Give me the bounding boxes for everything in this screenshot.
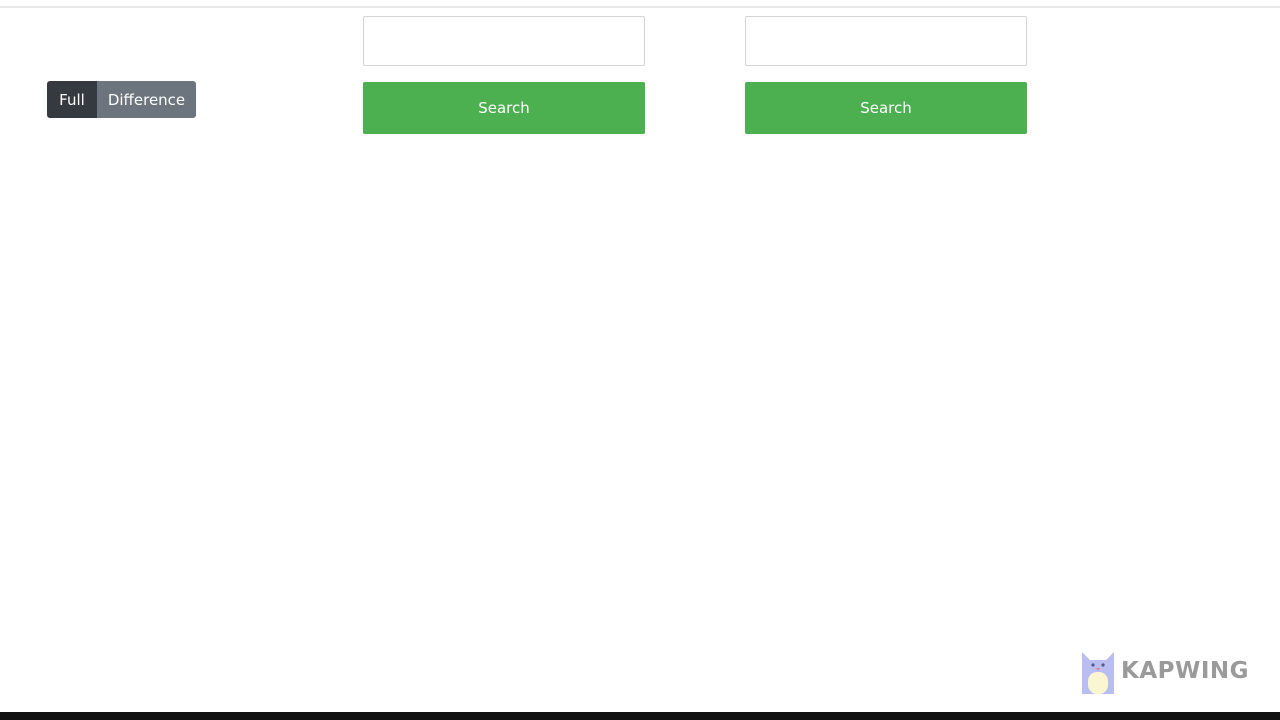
top-divider [0,6,1280,8]
left-search-input[interactable] [363,16,645,66]
kapwing-watermark: KAPWING [1081,648,1249,694]
right-search-input[interactable] [745,16,1027,66]
difference-view-button[interactable]: Difference [97,81,196,118]
page: Full Difference Search Search KAPWING [0,0,1280,720]
full-view-button[interactable]: Full [47,81,97,118]
right-search-panel: Search [745,16,1027,134]
bottom-bar [0,712,1280,720]
right-search-button[interactable]: Search [745,82,1027,134]
view-toggle-group: Full Difference [47,81,196,118]
watermark-text: KAPWING [1121,658,1250,684]
left-search-panel: Search [363,16,645,134]
kapwing-cat-icon [1082,652,1114,694]
left-search-button[interactable]: Search [363,82,645,134]
